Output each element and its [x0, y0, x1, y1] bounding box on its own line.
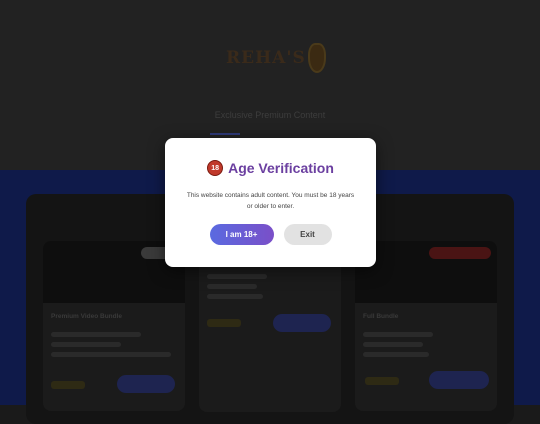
page-subtitle: Exclusive Premium Content	[214, 110, 326, 120]
product-meta	[51, 332, 141, 337]
modal-actions: I am 18+ Exit	[165, 224, 376, 245]
nav-active-indicator	[210, 133, 240, 135]
product-meta	[363, 352, 429, 357]
logo-text: REHA'S	[226, 48, 306, 68]
product-price	[51, 381, 85, 389]
product-meta	[207, 284, 257, 289]
logo-emblem-icon	[307, 43, 326, 73]
product-meta	[51, 342, 121, 347]
buy-button[interactable]	[429, 371, 489, 389]
age-restriction-icon: 18	[207, 160, 224, 176]
product-card[interactable]: Premium Video Bundle	[43, 241, 185, 411]
modal-title-text: Age Verification	[228, 160, 334, 176]
product-meta	[363, 342, 423, 347]
buy-button[interactable]	[273, 314, 331, 332]
product-card[interactable]	[199, 252, 341, 412]
product-card[interactable]: Full Bundle	[355, 241, 497, 411]
product-meta	[207, 294, 263, 299]
product-title: Full Bundle	[363, 313, 399, 320]
site-logo[interactable]: REHA'S	[226, 40, 326, 76]
modal-title: 18 Age Verification	[165, 160, 376, 176]
exit-button[interactable]: Exit	[283, 224, 332, 245]
product-price	[365, 377, 399, 385]
buy-button[interactable]	[117, 375, 175, 393]
product-price	[207, 319, 241, 327]
age-verification-modal: 18 Age Verification This website contain…	[165, 138, 376, 267]
product-badge	[429, 247, 491, 259]
product-title: Premium Video Bundle	[51, 313, 123, 320]
product-meta	[363, 332, 433, 337]
product-thumbnail[interactable]	[43, 241, 185, 303]
confirm-age-button[interactable]: I am 18+	[209, 224, 274, 245]
product-thumbnail[interactable]	[355, 241, 497, 303]
product-meta	[207, 274, 267, 279]
modal-message: This website contains adult content. You…	[186, 192, 355, 210]
product-description	[51, 352, 171, 357]
